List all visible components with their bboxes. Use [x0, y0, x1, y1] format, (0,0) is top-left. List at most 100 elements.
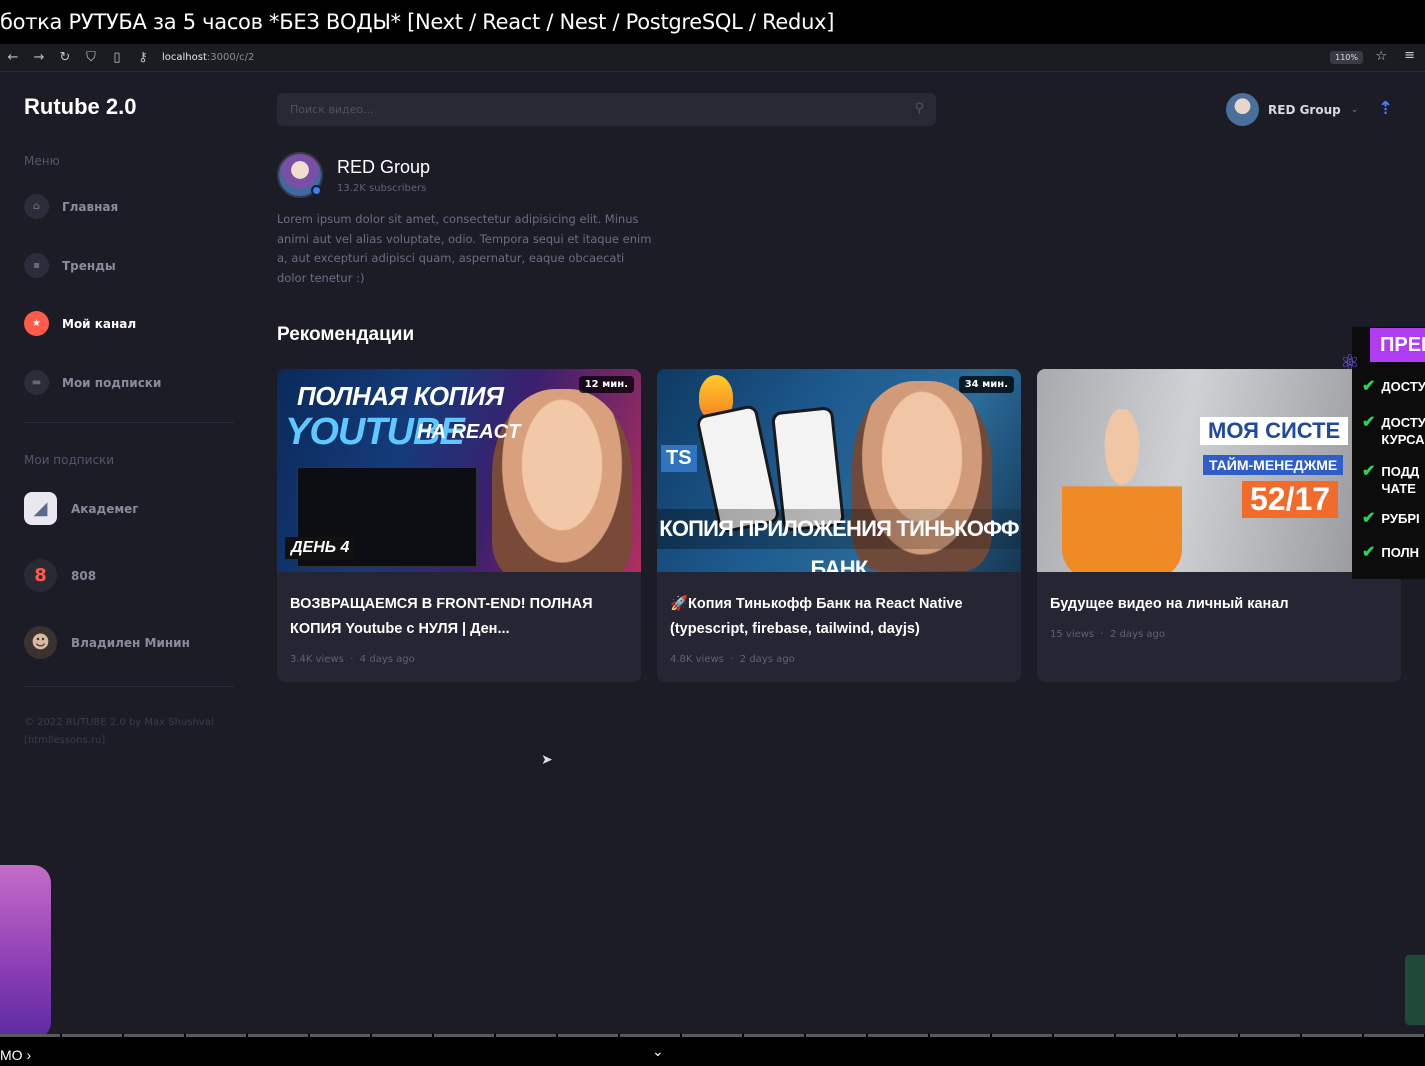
subscriptions-section-label: Мои подписки — [24, 453, 115, 467]
video-card[interactable]: TS КОПИЯ ПРИЛОЖЕНИЯ ТИНЬКОФФ БАНК 34 мин… — [657, 369, 1021, 682]
thumbnail-text: TS — [661, 445, 697, 472]
menu-section-label: Меню — [24, 154, 60, 168]
subscription-label: Академег — [71, 501, 139, 516]
chevron-down-icon: ⌄ — [1350, 104, 1359, 115]
footer-copyright: © 2022 RUTUBE 2.0 by Max Shushval — [24, 717, 214, 728]
sidebar-item-label: Главная — [62, 199, 119, 214]
check-icon: ✔ — [1362, 544, 1376, 561]
subscription-808[interactable]: 8 808 — [24, 559, 96, 592]
star-icon: ★ — [24, 311, 49, 336]
video-meta: 15 views · 2 days ago — [1050, 629, 1165, 640]
duration-badge: 12 мин. — [578, 376, 634, 393]
video-thumbnail[interactable]: TS КОПИЯ ПРИЛОЖЕНИЯ ТИНЬКОФФ БАНК 34 мин… — [657, 369, 1021, 572]
verified-badge-icon — [311, 185, 322, 196]
promo-item-label: РУБРІ — [1381, 511, 1420, 526]
thumbnail-text: ПОЛНАЯ КОПИЯ — [297, 381, 504, 411]
promo-panel — [1352, 327, 1425, 579]
search-input[interactable] — [277, 93, 936, 126]
user-name: RED Group — [1268, 102, 1341, 117]
promo-item: ✔ ДОСТУ КУРСА — [1362, 414, 1425, 448]
avatar: 8 — [24, 559, 57, 592]
video-meta: 4.8K views · 2 days ago — [670, 654, 795, 665]
reload-icon[interactable]: ↻ — [52, 50, 78, 65]
check-icon: ✔ — [1362, 378, 1376, 395]
video-meta: 3.4K views · 4 days ago — [290, 654, 415, 665]
search-bar: ⚲ — [277, 93, 936, 126]
bookmark-star-icon[interactable]: ☆ — [1375, 49, 1387, 64]
check-icon: ✔ — [1362, 414, 1376, 431]
chart-icon: ▪ — [24, 253, 49, 278]
hamburger-menu-icon[interactable]: ≡ — [1404, 48, 1415, 63]
sidebar-item-home[interactable]: ⌂ Главная — [24, 194, 118, 219]
screen: ботка РУТУБА за 5 часов *БЕЗ ВОДЫ* [Next… — [0, 0, 1425, 1066]
footer-link[interactable]: [htmllessons.ru] — [24, 732, 214, 750]
chapter-progress-bar[interactable] — [0, 1034, 1425, 1037]
video-card[interactable]: МОЯ СИСТЕ ТАЙМ-МЕНЕДЖМЕ 52/17 Будущее ви… — [1037, 369, 1401, 682]
promo-item-label: ДОСТУ — [1381, 379, 1425, 394]
promo-item-label: ПОДД ЧАТЕ — [1381, 464, 1420, 496]
promo-item: ✔ ДОСТУ — [1362, 378, 1425, 395]
channel-subscribers: 13.2K subscribers — [337, 183, 427, 194]
video-date: 2 days ago — [739, 654, 795, 665]
url-path: :3000/c/2 — [206, 52, 255, 63]
channel-description: Lorem ipsum dolor sit amet, consectetur … — [277, 212, 652, 285]
zoom-badge[interactable]: 110% — [1330, 51, 1363, 64]
thumbnail-text: КОПИЯ ПРИЛОЖЕНИЯ ТИНЬКОФФ БАНК — [657, 509, 1021, 572]
video-thumbnail[interactable]: ПОЛНАЯ КОПИЯ YOUTUBE НА REACT ДЕНЬ 4 12 … — [277, 369, 641, 572]
address-bar[interactable]: localhost:3000/c/2 — [162, 52, 254, 63]
subscription-label: Владилен Минин — [71, 635, 190, 650]
home-icon: ⌂ — [24, 194, 49, 219]
app: Rutube 2.0 Меню ⌂ Главная ▪ Тренды ★ Мой… — [0, 72, 1425, 1034]
sidebar-item-subscriptions[interactable]: ▬ Мои подписки — [24, 370, 161, 395]
sidebar-item-label: Мой канал — [62, 316, 137, 331]
logo[interactable]: Rutube 2.0 — [24, 94, 136, 120]
video-title[interactable]: ВОЗВРАЩАЕМСЯ В FRONT-END! ПОЛНАЯ КОПИЯ Y… — [290, 592, 630, 642]
recommendations-heading: Рекомендации — [277, 324, 415, 345]
search-icon[interactable]: ⚲ — [914, 101, 924, 116]
user-menu[interactable]: RED Group ⌄ — [1226, 93, 1358, 126]
upload-icon[interactable]: ⇡ — [1378, 98, 1393, 119]
video-date: 2 days ago — [1110, 629, 1165, 640]
thumbnail-text: ДЕНЬ 4 — [285, 537, 356, 559]
sidebar-item-label: Тренды — [62, 258, 116, 273]
duration-badge: 34 мин. — [958, 376, 1014, 393]
page-icon: ▯ — [113, 50, 121, 65]
back-icon[interactable]: ← — [0, 50, 26, 65]
subscription-vladilen[interactable]: ☻ Владилен Минин — [24, 626, 190, 659]
player-bottom-bar: МО › ⌄ — [0, 1034, 1425, 1066]
video-views: 15 views — [1050, 629, 1095, 640]
chevron-down-icon[interactable]: ⌄ — [652, 1044, 664, 1060]
channel-name: RED Group — [337, 157, 431, 177]
browser-toolbar: ← → ↻ ⛉ ▯ ⚷ localhost:3000/c/2 110% ☆ ≡ — [0, 44, 1425, 72]
video-title[interactable]: Будущее видео на личный канал — [1050, 592, 1390, 617]
check-icon: ✔ — [1362, 510, 1376, 527]
sidebar-item-trends[interactable]: ▪ Тренды — [24, 253, 116, 278]
forward-icon[interactable]: → — [26, 50, 52, 65]
check-icon: ✔ — [1362, 463, 1376, 480]
promo-item-label: ПОЛН — [1381, 545, 1420, 560]
avatar: ☻ — [24, 626, 57, 659]
shield-icon[interactable]: ⛉ — [78, 50, 104, 65]
promo-header: ПРЕМ — [1370, 328, 1425, 362]
subscriptions-icon: ▬ — [24, 370, 49, 395]
footer: © 2022 RUTUBE 2.0 by Max Shushval [htmll… — [24, 714, 214, 750]
thumbnail-person — [1062, 409, 1182, 572]
react-icon: ⚛ — [1340, 351, 1360, 376]
video-date: 4 days ago — [359, 654, 415, 665]
sidebar-item-label: Мои подписки — [62, 375, 162, 390]
left-overlay-card — [0, 865, 51, 1040]
subscription-akademeg[interactable]: ◢ Академег — [24, 492, 139, 525]
thumbnail-text: НА REACT — [417, 421, 521, 443]
video-title: ботка РУТУБА за 5 часов *БЕЗ ВОДЫ* [Next… — [0, 0, 1425, 44]
video-title[interactable]: 🚀Копия Тинькофф Банк на React Native (ty… — [670, 592, 1010, 642]
avatar — [1226, 93, 1259, 126]
url-host: localhost — [162, 52, 207, 63]
video-thumbnail[interactable]: МОЯ СИСТЕ ТАЙМ-МЕНЕДЖМЕ 52/17 — [1037, 369, 1401, 572]
thumbnail-face — [492, 389, 632, 572]
chapter-label[interactable]: МО › — [0, 1047, 31, 1063]
sidebar-item-my-channel[interactable]: ★ Мой канал — [24, 311, 136, 336]
key-icon: ⚷ — [138, 50, 148, 65]
video-card[interactable]: ПОЛНАЯ КОПИЯ YOUTUBE НА REACT ДЕНЬ 4 12 … — [277, 369, 641, 682]
thumbnail-text: ТАЙМ-МЕНЕДЖМЕ — [1203, 455, 1344, 475]
divider — [24, 686, 234, 687]
